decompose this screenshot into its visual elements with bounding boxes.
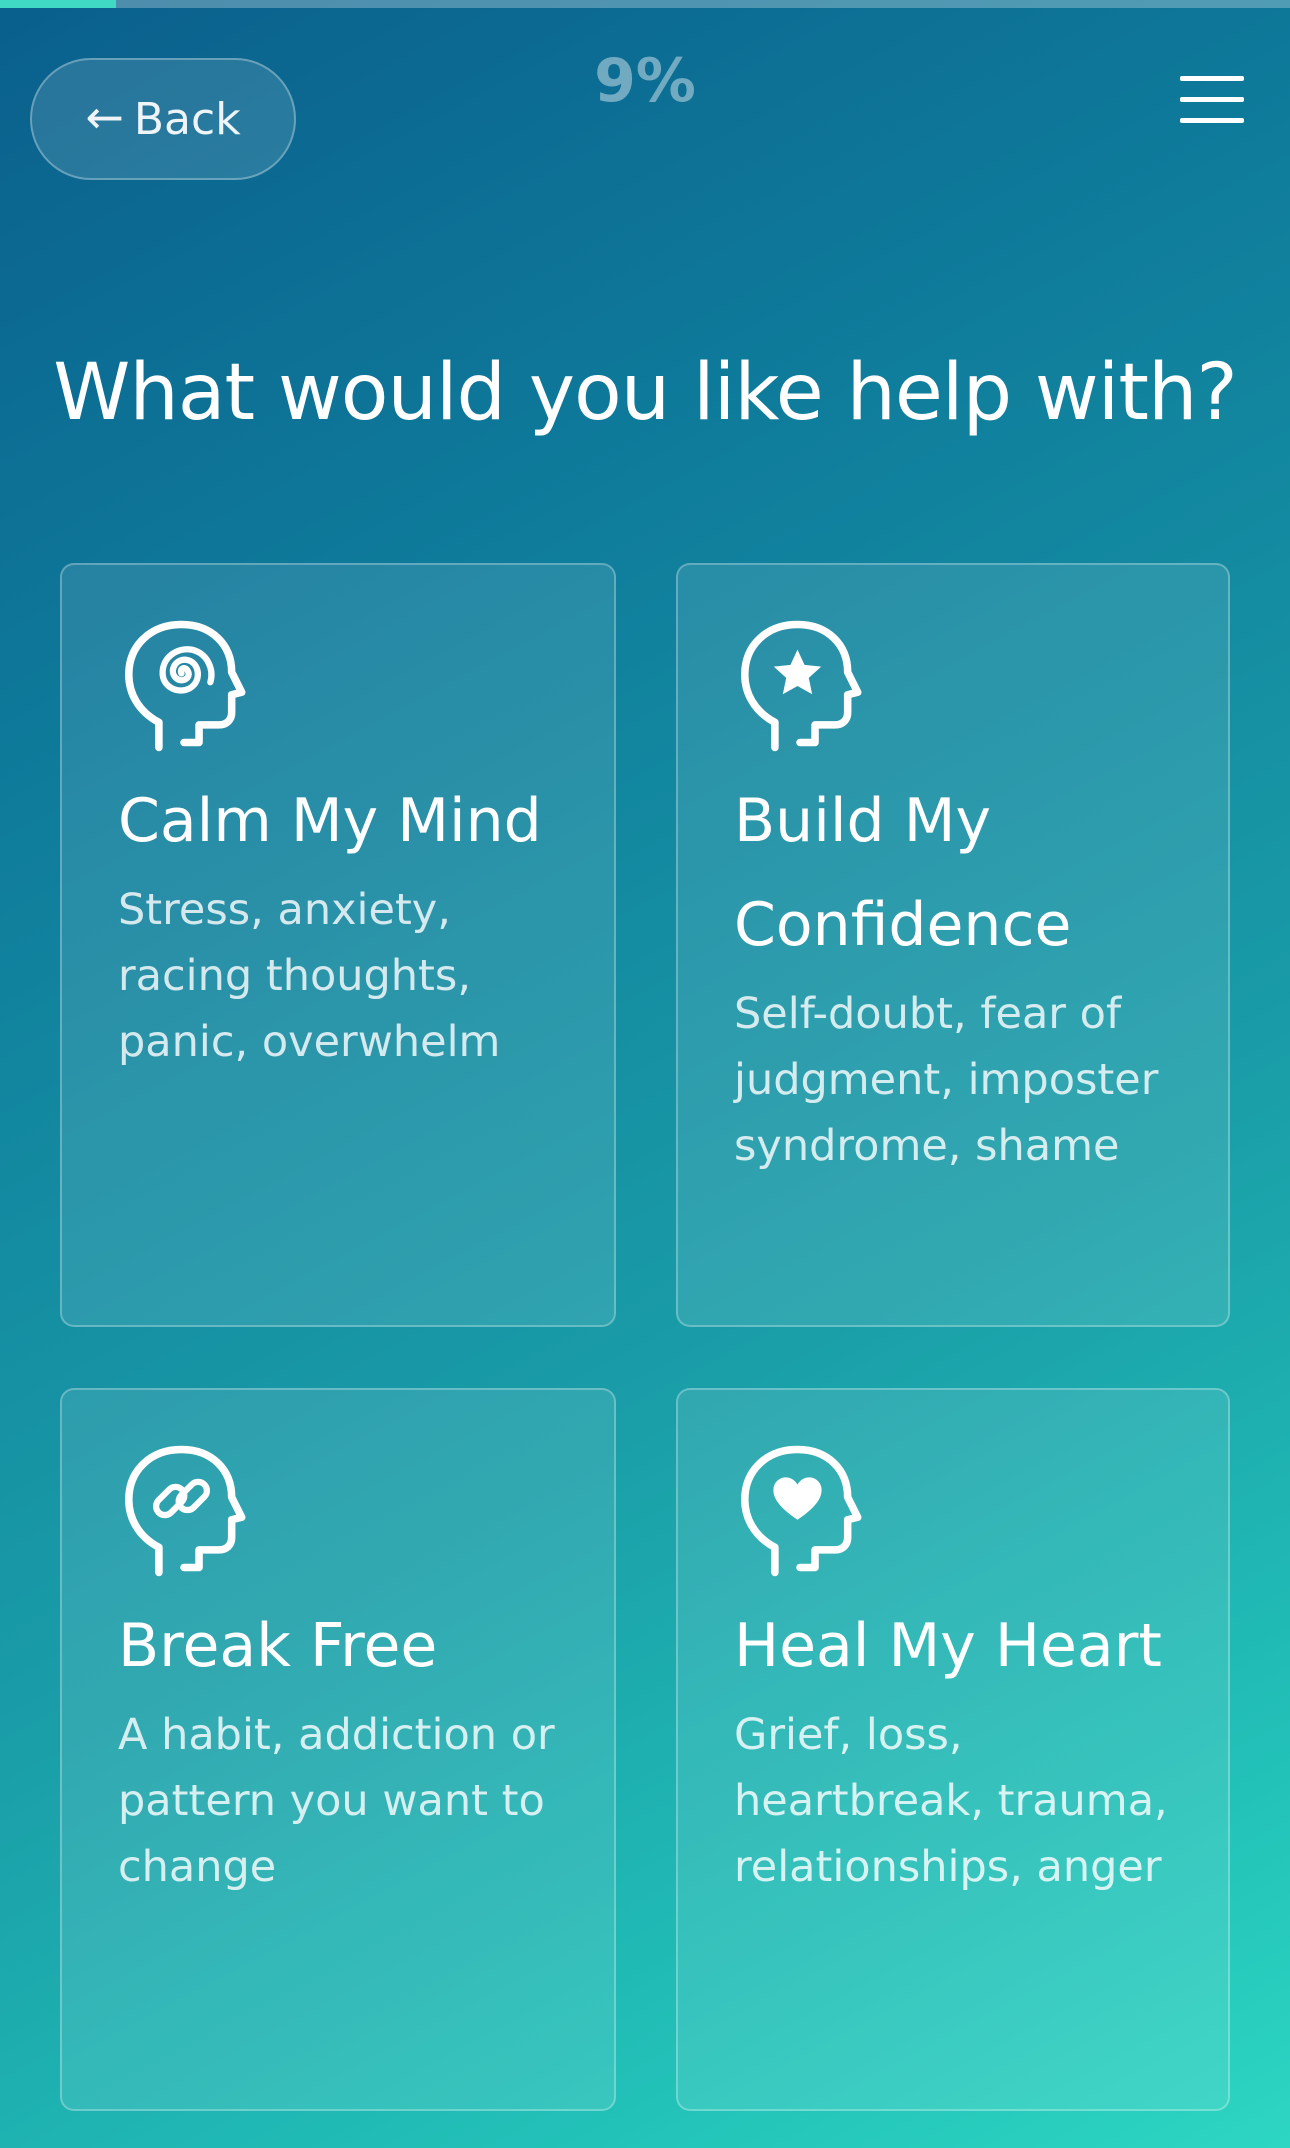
card-description: A habit, addiction or pattern you want t… [118, 1710, 555, 1892]
card-description: Grief, loss, heartbreak, trauma, relatio… [734, 1710, 1168, 1892]
card-title: Calm My Mind [118, 786, 542, 856]
card-title: Break Free [118, 1611, 438, 1681]
back-arrow-icon: ← [85, 90, 124, 144]
progress-percent: 9% [594, 46, 696, 116]
page-title: What would you like help with? [53, 348, 1238, 438]
card-title: Build My Confidence [734, 786, 1072, 960]
progress-bar [0, 0, 1290, 8]
option-card-break-free[interactable]: Break Free A habit, addiction or pattern… [60, 1388, 616, 2111]
spiral-head-icon [125, 620, 246, 752]
progress-bar-fill [0, 0, 117, 8]
option-card-calm-my-mind[interactable]: Calm My Mind Stress, anxiety, racing tho… [60, 563, 616, 1327]
back-button[interactable]: ← Back [30, 58, 296, 180]
heart-head-icon [741, 1445, 862, 1577]
option-card-heal-my-heart[interactable]: Heal My Heart Grief, loss, heartbreak, t… [676, 1388, 1230, 2111]
back-button-label: Back [133, 93, 241, 145]
card-description: Self-doubt, fear of judgment, imposter s… [734, 989, 1159, 1171]
card-description: Stress, anxiety, racing thoughts, panic,… [118, 885, 501, 1067]
card-title: Heal My Heart [734, 1611, 1162, 1681]
link-head-icon [125, 1445, 246, 1577]
star-head-icon [741, 620, 862, 752]
hamburger-menu-icon[interactable] [1174, 70, 1250, 130]
option-card-build-my-confidence[interactable]: Build My Confidence Self-doubt, fear of … [676, 563, 1230, 1327]
